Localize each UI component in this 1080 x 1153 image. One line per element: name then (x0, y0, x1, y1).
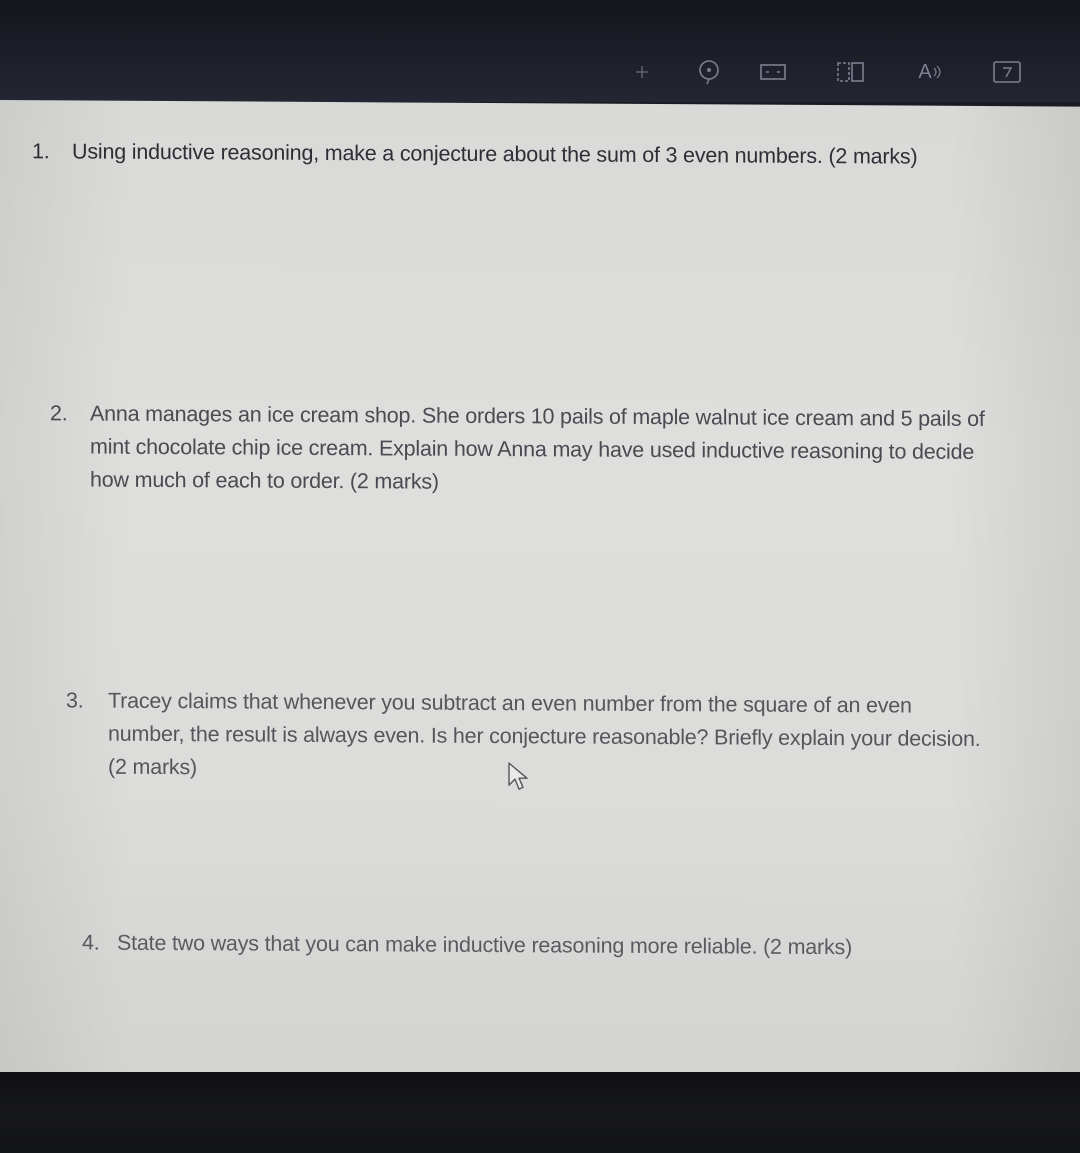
draw-icon[interactable] (990, 58, 1024, 86)
page-view-icon[interactable] (834, 58, 868, 86)
question-number: 3. (66, 688, 84, 713)
question-2: 2. Anna manages an ice cream shop. She o… (50, 397, 1010, 502)
screen-bezel (0, 1072, 1080, 1153)
question-1: 1. Using inductive reasoning, make a con… (32, 135, 1072, 174)
document-page: 1. Using inductive reasoning, make a con… (0, 100, 1080, 1083)
add-icon[interactable] (630, 58, 654, 86)
question-text: Anna manages an ice cream shop. She orde… (90, 401, 985, 494)
screen: A 1. Using inductive reasoning, make a c… (0, 0, 1080, 1153)
read-aloud-icon[interactable]: A (912, 58, 948, 86)
question-number: 2. (50, 401, 68, 426)
mouse-cursor-icon (508, 762, 528, 790)
question-4: 4. State two ways that you can make indu… (82, 927, 982, 965)
question-number: 1. (32, 139, 50, 164)
fit-width-icon[interactable] (758, 58, 788, 86)
question-number: 4. (82, 930, 100, 955)
pdf-toolbar: A (0, 0, 1080, 102)
read-aloud-label: A (918, 60, 932, 83)
audio-icon[interactable] (694, 58, 724, 86)
question-text: State two ways that you can make inducti… (117, 930, 853, 960)
question-text: Using inductive reasoning, make a conjec… (72, 139, 918, 169)
